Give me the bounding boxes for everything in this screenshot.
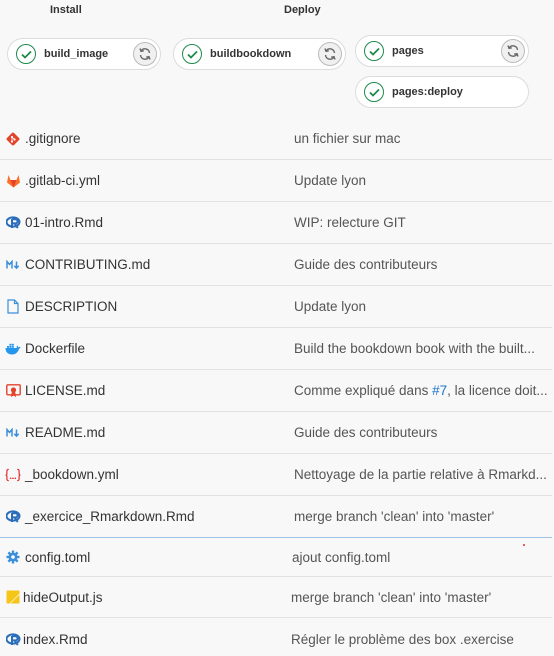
file-row-gitlab-ci[interactable]: .gitlab-ci.yml Update lyon — [0, 160, 552, 202]
file-name[interactable]: 01-intro.Rmd — [25, 215, 103, 230]
document-icon — [5, 299, 21, 315]
retry-icon[interactable] — [318, 42, 342, 66]
job-buildbookdown[interactable]: buildbookdown — [173, 38, 346, 70]
file-name[interactable]: Dockerfile — [25, 341, 85, 356]
success-check-icon — [364, 41, 384, 61]
commit-message[interactable]: Build the bookdown book with the built..… — [294, 341, 550, 356]
gear-icon — [5, 549, 21, 565]
markdown-icon — [5, 425, 21, 441]
retry-icon[interactable] — [133, 42, 157, 66]
file-row-01-intro[interactable]: 01-intro.Rmd WIP: relecture GIT — [0, 202, 552, 244]
stage-title-deploy: Deploy — [284, 4, 321, 16]
file-name[interactable]: hideOutput.js — [23, 590, 103, 605]
success-check-icon — [16, 44, 36, 64]
commit-message[interactable]: Update lyon — [294, 299, 550, 314]
file-name[interactable]: _bookdown.yml — [25, 467, 119, 482]
file-name[interactable]: config.toml — [25, 550, 90, 565]
job-name: pages — [392, 45, 424, 57]
stray-pixel-mark — [523, 544, 525, 546]
job-name: pages:deploy — [392, 86, 463, 98]
file-name[interactable]: DESCRIPTION — [25, 299, 117, 314]
file-row-license[interactable]: LICENSE.md Comme expliqué dans #7, la li… — [0, 370, 552, 412]
stage-title-install: Install — [50, 4, 82, 16]
file-row-config-toml[interactable]: config.toml ajout config.toml — [0, 538, 552, 577]
r-icon — [5, 215, 21, 231]
commit-message[interactable]: Comme expliqué dans #7, la licence doit.… — [294, 383, 550, 398]
file-row-readme[interactable]: README.md Guide des contributeurs — [0, 412, 552, 454]
file-row-exercice-rmarkdown[interactable]: _exercice_Rmarkdown.Rmd merge branch 'cl… — [0, 496, 552, 538]
commit-message[interactable]: WIP: relecture GIT — [294, 215, 550, 230]
commit-message[interactable]: Régler le problème des box .exercise — [291, 632, 547, 647]
file-row-index-rmd[interactable]: index.Rmd Régler le problème des box .ex… — [0, 618, 552, 656]
file-name[interactable]: LICENSE.md — [25, 383, 105, 398]
yaml-icon — [5, 467, 21, 483]
file-row-gitignore[interactable]: .gitignore un fichier sur mac — [0, 118, 552, 160]
success-check-icon — [182, 44, 202, 64]
job-pages-deploy[interactable]: pages:deploy — [355, 76, 529, 108]
docker-icon — [5, 341, 21, 357]
markdown-icon — [5, 257, 21, 273]
commit-message[interactable]: un fichier sur mac — [294, 131, 550, 146]
file-name[interactable]: CONTRIBUTING.md — [25, 257, 150, 272]
commit-message[interactable]: ajout config.toml — [292, 550, 548, 565]
commit-message[interactable]: merge branch 'clean' into 'master' — [291, 590, 547, 605]
commit-message[interactable]: Guide des contributeurs — [294, 425, 550, 440]
issue-link[interactable]: #7 — [432, 383, 447, 398]
file-row-description[interactable]: DESCRIPTION Update lyon — [0, 286, 552, 328]
gitlab-icon — [5, 173, 21, 189]
javascript-icon — [5, 589, 21, 605]
file-name[interactable]: .gitignore — [25, 131, 81, 146]
job-name: buildbookdown — [210, 48, 292, 60]
file-name[interactable]: _exercice_Rmarkdown.Rmd — [25, 509, 195, 524]
file-row-hideoutput-js[interactable]: hideOutput.js merge branch 'clean' into … — [0, 577, 552, 618]
file-row-bookdown-yml[interactable]: _bookdown.yml Nettoyage de la partie rel… — [0, 454, 552, 496]
r-icon — [5, 509, 21, 525]
file-row-contributing[interactable]: CONTRIBUTING.md Guide des contributeurs — [0, 244, 552, 286]
file-name[interactable]: .gitlab-ci.yml — [25, 173, 100, 188]
commit-message[interactable]: Update lyon — [294, 173, 550, 188]
success-check-icon — [364, 82, 384, 102]
commit-message[interactable]: Guide des contributeurs — [294, 257, 550, 272]
retry-icon[interactable] — [501, 39, 525, 63]
job-build-image[interactable]: build_image — [7, 38, 161, 70]
file-name[interactable]: index.Rmd — [23, 632, 88, 647]
job-name: build_image — [44, 48, 109, 60]
r-icon — [5, 631, 21, 647]
job-pages[interactable]: pages — [355, 35, 529, 67]
file-row-dockerfile[interactable]: Dockerfile Build the bookdown book with … — [0, 328, 552, 370]
commit-message[interactable]: Nettoyage de la partie relative à Rmarkd… — [294, 467, 550, 482]
commit-message[interactable]: merge branch 'clean' into 'master' — [294, 509, 550, 524]
file-name[interactable]: README.md — [25, 425, 105, 440]
git-icon — [5, 131, 21, 147]
license-icon — [5, 383, 21, 399]
